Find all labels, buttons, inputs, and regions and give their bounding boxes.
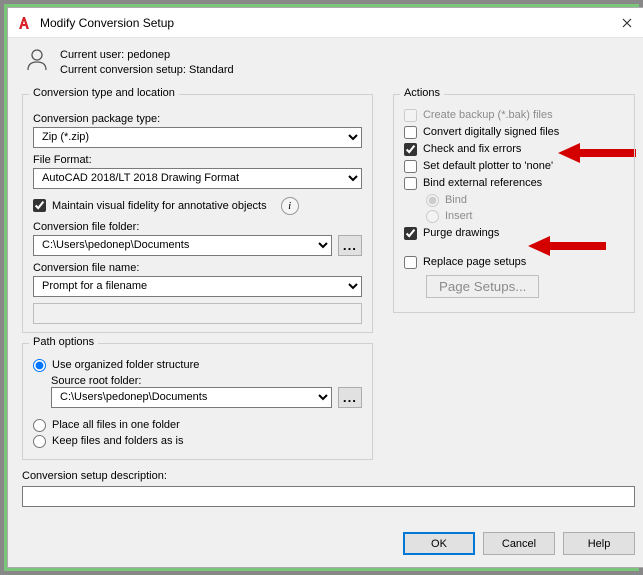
group-conversion-type: Conversion type and location Conversion … (22, 94, 373, 333)
ok-button[interactable]: OK (403, 532, 475, 555)
current-setup: Current conversion setup: Standard (60, 63, 234, 78)
browse-folder-button[interactable]: ... (338, 235, 362, 256)
radio-all-one[interactable] (33, 419, 46, 432)
radio-insert (426, 210, 439, 223)
page-setups-button: Page Setups... (426, 275, 539, 298)
src-folder-select[interactable]: C:\Users\pedonep\Documents (51, 387, 332, 408)
file-format-select[interactable]: AutoCAD 2018/LT 2018 Drawing Format (33, 168, 362, 189)
browse-src-button[interactable]: ... (338, 387, 362, 408)
window-title: Modify Conversion Setup (40, 16, 604, 30)
dialog-window: Modify Conversion Setup Current user: pe… (7, 7, 643, 568)
group-title-conv: Conversion type and location (29, 87, 179, 99)
user-icon (24, 46, 50, 72)
footer: OK Cancel Help (22, 522, 635, 567)
radio-bind (426, 194, 439, 207)
lbl-replace-setups: Replace page setups (423, 256, 526, 268)
maintain-fidelity-label: Maintain visual fidelity for annotative … (52, 200, 267, 212)
lbl-set-plotter: Set default plotter to 'none' (423, 160, 553, 172)
label-conv-folder: Conversion file folder: (33, 221, 362, 233)
user-info: Current user: pedonep Current conversion… (22, 46, 635, 78)
group-path-options: Path options Use organized folder struct… (22, 343, 373, 460)
lbl-bind: Bind (445, 194, 467, 206)
group-title-actions: Actions (400, 87, 444, 99)
titlebar: Modify Conversion Setup (8, 8, 643, 38)
info-icon[interactable]: i (281, 197, 299, 215)
group-actions: Actions Create backup (*.bak) files Conv… (393, 94, 635, 313)
chk-replace-setups[interactable] (404, 256, 417, 269)
label-desc: Conversion setup description: (22, 470, 167, 482)
label-file-format: File Format: (33, 154, 362, 166)
close-button[interactable] (604, 8, 643, 37)
lbl-create-backup: Create backup (*.bak) files (423, 109, 553, 121)
lbl-insert: Insert (445, 210, 473, 222)
group-title-path: Path options (29, 336, 98, 348)
lbl-convert-signed: Convert digitally signed files (423, 126, 559, 138)
current-user: Current user: pedonep (60, 48, 234, 63)
radio-organized-label: Use organized folder structure (52, 359, 199, 371)
maintain-fidelity-checkbox[interactable] (33, 199, 46, 212)
lbl-purge: Purge drawings (423, 227, 499, 239)
help-button[interactable]: Help (563, 532, 635, 555)
radio-organized[interactable] (33, 359, 46, 372)
radio-keep[interactable] (33, 435, 46, 448)
conv-folder-select[interactable]: C:\Users\pedonep\Documents (33, 235, 332, 256)
desc-input[interactable] (22, 486, 635, 507)
app-icon (16, 15, 32, 31)
chk-check-fix[interactable] (404, 143, 417, 156)
label-package-type: Conversion package type: (33, 113, 362, 125)
chk-bind-ext[interactable] (404, 177, 417, 190)
chk-set-plotter[interactable] (404, 160, 417, 173)
filename-readonly (33, 303, 362, 324)
lbl-bind-ext: Bind external references (423, 177, 542, 189)
chk-create-backup (404, 109, 417, 122)
conv-filename-select[interactable]: Prompt for a filename (33, 276, 362, 297)
radio-keep-label: Keep files and folders as is (52, 435, 183, 447)
chk-convert-signed[interactable] (404, 126, 417, 139)
lbl-check-fix: Check and fix errors (423, 143, 521, 155)
radio-all-one-label: Place all files in one folder (52, 419, 180, 431)
label-conv-filename: Conversion file name: (33, 262, 362, 274)
chk-purge[interactable] (404, 227, 417, 240)
package-type-select[interactable]: Zip (*.zip) (33, 127, 362, 148)
label-src-folder: Source root folder: (51, 375, 142, 387)
cancel-button[interactable]: Cancel (483, 532, 555, 555)
